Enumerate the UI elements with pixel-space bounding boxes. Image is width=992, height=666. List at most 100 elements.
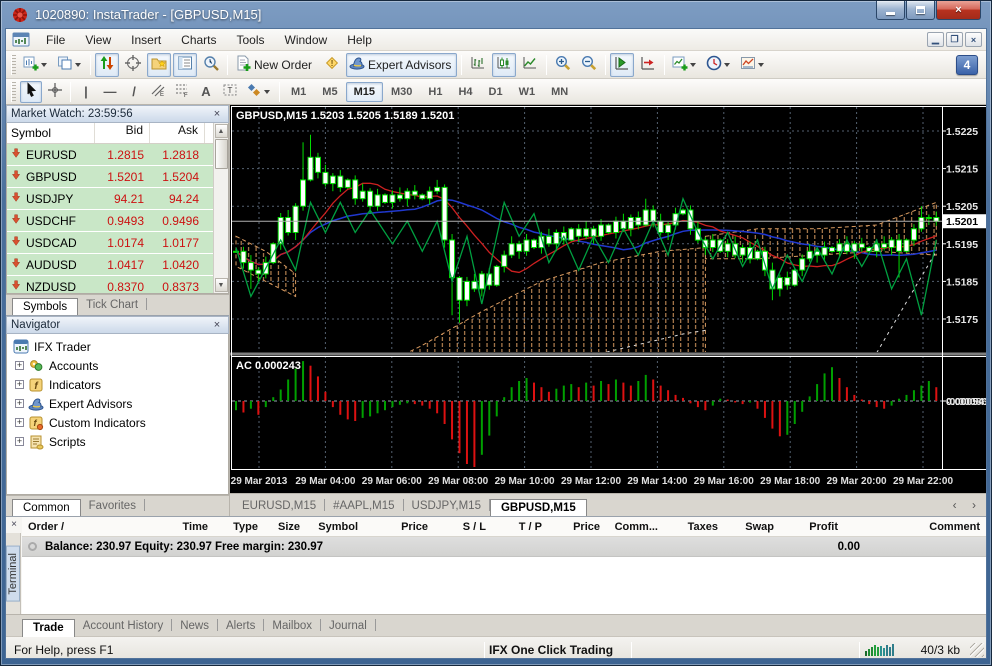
market-watch-close-icon[interactable]: ×: [210, 108, 224, 120]
bar-chart-button[interactable]: [466, 53, 490, 77]
fibonacci-tool[interactable]: F: [171, 81, 193, 103]
chart-tab-gbpusd-m15[interactable]: GBPUSD,M15: [490, 499, 587, 517]
data-window-button[interactable]: [121, 53, 145, 77]
new-chart-button-dropdown-icon[interactable]: [41, 63, 47, 67]
indicators-button[interactable]: [669, 53, 701, 77]
price-chart[interactable]: 1.52251.52151.52051.51951.51851.51751.52…: [230, 105, 987, 493]
menu-help[interactable]: Help: [337, 30, 382, 50]
templates-button[interactable]: [737, 53, 769, 77]
terminal-column-price[interactable]: Price: [364, 521, 434, 533]
important-button[interactable]: !: [320, 53, 344, 77]
navigator-title[interactable]: Navigator ×: [6, 316, 229, 334]
menu-view[interactable]: View: [75, 30, 121, 50]
terminal-side-tab[interactable]: Terminal: [6, 533, 21, 614]
chart-tab-usdjpy-m15[interactable]: USDJPY,M15: [404, 498, 489, 516]
maximize-button[interactable]: [906, 1, 935, 20]
market-watch-table[interactable]: SymbolBidAskEURUSD1.28151.2818GBPUSD1.52…: [7, 123, 213, 293]
timeframe-m1[interactable]: M1: [283, 82, 314, 102]
terminal-column-size[interactable]: Size: [264, 521, 306, 533]
terminal-header-row[interactable]: Order /TimeTypeSizeSymbolPriceS / LT / P…: [22, 517, 986, 537]
minimize-button[interactable]: [876, 1, 905, 20]
indicators-button-dropdown-icon[interactable]: [690, 63, 696, 67]
chart-tab--aapl-m15[interactable]: #AAPL,M15: [325, 498, 402, 516]
timeframe-m15[interactable]: M15: [346, 82, 383, 102]
symbol-row[interactable]: USDJPY94.2194.24: [7, 188, 213, 209]
market-watch-scrollbar[interactable]: ▲ ▼: [213, 123, 228, 293]
menu-charts[interactable]: Charts: [171, 30, 226, 50]
templates-button-dropdown-icon[interactable]: [758, 63, 764, 67]
symbol-row[interactable]: AUDUSD1.04171.0420: [7, 254, 213, 275]
tree-item-expert-advisors[interactable]: +Expert Advisors: [11, 394, 228, 413]
terminal-column-taxes[interactable]: Taxes: [664, 521, 724, 533]
market-watch-tab-tick-chart[interactable]: Tick Chart: [78, 297, 146, 315]
timeframe-d1[interactable]: D1: [481, 82, 511, 102]
scroll-down-icon[interactable]: ▼: [215, 278, 228, 292]
menu-tools[interactable]: Tools: [227, 30, 275, 50]
profiles-button[interactable]: [54, 53, 86, 77]
symbol-row[interactable]: USDCAD1.01741.0177: [7, 232, 213, 253]
channel-tool[interactable]: E: [147, 81, 169, 103]
terminal-tab-news[interactable]: News: [172, 618, 217, 636]
terminal-column-symbol[interactable]: Symbol: [306, 521, 364, 533]
label-tool[interactable]: T: [219, 81, 241, 103]
chart-tab-eurusd-m15[interactable]: EURUSD,M15: [234, 498, 324, 516]
navigator-tab-favorites[interactable]: Favorites: [81, 498, 144, 516]
tree-root-ifx-trader[interactable]: IFX Trader: [11, 337, 228, 356]
mdi-close-button[interactable]: ×: [965, 32, 982, 47]
strategy-tester-button[interactable]: [199, 53, 223, 77]
timeframe-m30[interactable]: M30: [383, 82, 420, 102]
expert-advisors-toggle[interactable]: Expert Advisors: [346, 53, 457, 77]
cursor-tool[interactable]: [20, 81, 42, 103]
tree-item-accounts[interactable]: +Accounts: [11, 356, 228, 375]
new-order-button[interactable]: New Order: [232, 53, 318, 77]
scroll-up-icon[interactable]: ▲: [215, 124, 228, 138]
zoom-in-button[interactable]: [551, 53, 575, 77]
chart-tabs-scroll-arrows[interactable]: ‹ ›: [953, 498, 982, 512]
terminal-tab-account-history[interactable]: Account History: [75, 618, 172, 636]
new-chart-button[interactable]: [20, 53, 52, 77]
timeframe-m5[interactable]: M5: [314, 82, 345, 102]
symbol-row[interactable]: EURUSD1.28151.2818: [7, 144, 213, 165]
terminal-tab-journal[interactable]: Journal: [321, 618, 375, 636]
expand-icon[interactable]: +: [15, 399, 24, 408]
mdi-restore-button[interactable]: ❐: [946, 32, 963, 47]
terminal-column-t-p[interactable]: T / P: [492, 521, 548, 533]
navigator-tree[interactable]: IFX Trader+Accounts+fIndicators+Expert A…: [6, 334, 229, 495]
expand-icon[interactable]: +: [15, 437, 24, 446]
expand-icon[interactable]: +: [15, 361, 24, 370]
expand-icon[interactable]: +: [15, 380, 24, 389]
tree-item-custom-indicators[interactable]: +fCustom Indicators: [11, 413, 228, 432]
periods-button[interactable]: [703, 53, 735, 77]
line-chart-button[interactable]: [518, 53, 542, 77]
candlestick-button[interactable]: [492, 53, 516, 77]
terminal-toggle[interactable]: [173, 53, 197, 77]
notifications-badge[interactable]: 4: [956, 55, 978, 75]
terminal-column-swap[interactable]: Swap: [724, 521, 780, 533]
terminal-column-s-l[interactable]: S / L: [434, 521, 492, 533]
tree-item-indicators[interactable]: +fIndicators: [11, 375, 228, 394]
tree-item-scripts[interactable]: +Scripts: [11, 432, 228, 451]
terminal-tab-alerts[interactable]: Alerts: [218, 618, 263, 636]
menu-insert[interactable]: Insert: [121, 30, 171, 50]
symbol-row[interactable]: USDCHF0.94930.9496: [7, 210, 213, 231]
timeframe-h1[interactable]: H1: [420, 82, 450, 102]
autoscroll-toggle[interactable]: [610, 53, 634, 77]
terminal-tab-mailbox[interactable]: Mailbox: [264, 618, 320, 636]
menu-file[interactable]: File: [36, 30, 75, 50]
terminal-column-type[interactable]: Type: [214, 521, 264, 533]
scroll-thumb[interactable]: [215, 139, 228, 169]
timeframe-h4[interactable]: H4: [450, 82, 480, 102]
navigator-close-icon[interactable]: ×: [210, 319, 224, 331]
terminal-column-profit[interactable]: Profit: [780, 521, 844, 533]
crosshair-tool[interactable]: [44, 81, 66, 103]
terminal-column-comment[interactable]: Comment: [844, 521, 986, 533]
resize-grip[interactable]: [970, 643, 984, 657]
terminal-column-price[interactable]: Price: [548, 521, 606, 533]
one-click-trading-label[interactable]: IFX One Click Trading: [489, 643, 627, 657]
arrows-tool-dropdown-icon[interactable]: [264, 90, 270, 94]
periods-button-dropdown-icon[interactable]: [724, 63, 730, 67]
text-tool[interactable]: A: [195, 81, 217, 103]
market-watch-toggle[interactable]: [95, 53, 119, 77]
terminal-close-icon[interactable]: ×: [8, 519, 20, 530]
profiles-button-dropdown-icon[interactable]: [75, 63, 81, 67]
